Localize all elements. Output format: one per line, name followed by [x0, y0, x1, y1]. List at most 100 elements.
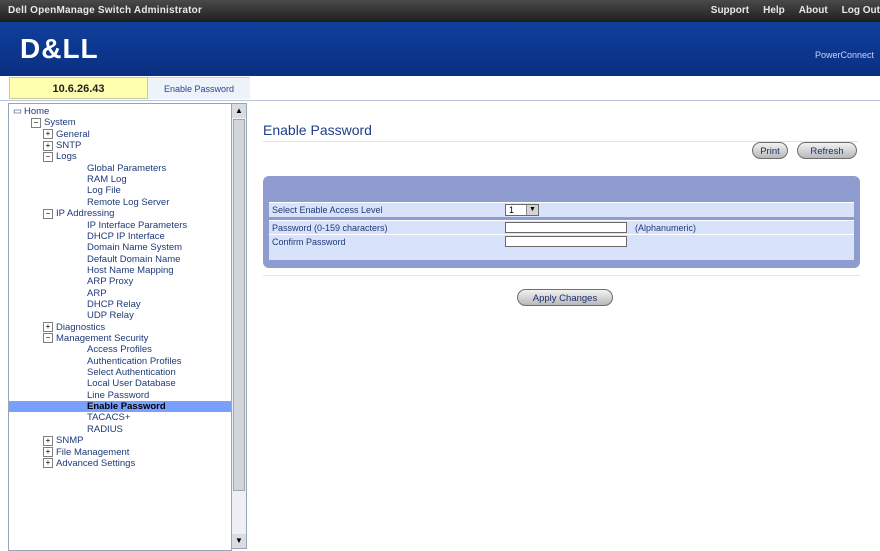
tree-item-label: Diagnostics: [56, 321, 106, 333]
tree-item-label: Default Domain Name: [87, 253, 181, 265]
about-link[interactable]: About: [799, 5, 828, 16]
chevron-down-icon[interactable]: ▼: [526, 205, 538, 215]
tree-item-label: Logs: [56, 151, 77, 163]
confirm-password-row: Confirm Password: [269, 234, 854, 249]
tree-item-label: Remote Log Server: [87, 196, 170, 208]
tree-item[interactable]: RADIUS: [87, 424, 123, 435]
collapse-icon[interactable]: −: [43, 208, 53, 219]
tree-item[interactable]: + File Management: [43, 447, 129, 458]
access-level-row: Select Enable Access Level 1 ▼: [269, 202, 854, 217]
tree-item[interactable]: + Advanced Settings: [43, 458, 135, 469]
tree-item[interactable]: Local User Database: [87, 378, 176, 389]
tree-item[interactable]: DHCP IP Interface: [87, 231, 165, 242]
tree-item-label: Line Password: [87, 389, 150, 401]
access-level-value: 1: [509, 205, 515, 215]
tree-item-label: Domain Name System: [87, 242, 183, 254]
tree-item[interactable]: Access Profiles: [87, 344, 152, 355]
collapse-icon[interactable]: −: [43, 333, 53, 344]
password-row: Password (0-159 characters) (Alphanumeri…: [269, 220, 854, 235]
expand-icon[interactable]: +: [43, 458, 53, 469]
tree-item-label: Host Name Mapping: [87, 264, 174, 276]
help-link[interactable]: Help: [763, 5, 785, 16]
top-bar: Dell OpenManage Switch Administrator Sup…: [0, 0, 880, 22]
expand-icon[interactable]: +: [43, 129, 53, 140]
password-input[interactable]: [505, 222, 627, 233]
tree-item-label: SNTP: [56, 140, 82, 152]
support-link[interactable]: Support: [711, 5, 749, 16]
tree-item-label: ARP: [87, 287, 107, 299]
product-tagline: PowerConnect: [814, 50, 874, 60]
log-out-link[interactable]: Log Out: [842, 5, 880, 16]
tree-item-label: ARP Proxy: [87, 276, 134, 288]
refresh-button[interactable]: Refresh: [797, 142, 857, 159]
tree-item-label: RADIUS: [87, 423, 123, 435]
tree-item[interactable]: Authentication Profiles: [87, 356, 182, 367]
tree-item-label: Global Parameters: [87, 162, 167, 174]
tree-item-label: File Management: [56, 446, 130, 458]
access-level-select[interactable]: 1 ▼: [505, 204, 539, 216]
tree-item[interactable]: Global Parameters: [87, 163, 166, 174]
collapse-icon[interactable]: −: [43, 151, 53, 162]
top-links: Support Help About Log Out: [711, 5, 880, 16]
tree-item[interactable]: − Management Security: [43, 333, 148, 344]
tree-item[interactable]: + Diagnostics: [43, 322, 105, 333]
form-header: [269, 184, 854, 196]
tree-item[interactable]: TACACS+: [87, 412, 130, 423]
device-ip: 10.6.26.43: [9, 77, 148, 99]
tree-item[interactable]: − System: [31, 117, 76, 128]
tree-item-label: Authentication Profiles: [87, 355, 182, 367]
apply-changes-button[interactable]: Apply Changes: [517, 289, 613, 306]
navigation-tree: ▭ Home − System + General + SNTP − Logs Global Par…: [8, 103, 232, 551]
tree-item[interactable]: + General: [43, 129, 90, 140]
tree-scrollbar[interactable]: ▲ ▼: [231, 103, 247, 549]
tree-item[interactable]: UDP Relay: [87, 310, 134, 321]
tree-item-label: Enable Password: [87, 401, 166, 413]
collapse-icon[interactable]: −: [31, 117, 41, 128]
tree-item[interactable]: Default Domain Name: [87, 254, 180, 265]
tree-item[interactable]: Line Password: [87, 390, 149, 401]
tree-item[interactable]: Log File: [87, 185, 121, 196]
tree-item[interactable]: + SNTP: [43, 140, 81, 151]
scroll-thumb[interactable]: [233, 119, 245, 491]
print-button[interactable]: Print: [752, 142, 788, 159]
tree-item[interactable]: ▭ Home: [13, 106, 49, 117]
app-title: Dell OpenManage Switch Administrator: [8, 5, 203, 16]
confirm-password-label: Confirm Password: [272, 237, 346, 247]
tree-item-label: Advanced Settings: [56, 457, 136, 469]
tree-item-label: IP Interface Parameters: [87, 219, 188, 231]
tree-item[interactable]: + SNMP: [43, 435, 83, 446]
tree-item[interactable]: IP Interface Parameters: [87, 220, 187, 231]
password-hint: (Alphanumeric): [635, 223, 697, 233]
tree-item[interactable]: Domain Name System: [87, 242, 182, 253]
tree-item-label: System: [44, 117, 76, 129]
tree-item[interactable]: Select Authentication: [87, 367, 176, 378]
tree-item[interactable]: DHCP Relay: [87, 299, 141, 310]
scroll-up-icon[interactable]: ▲: [232, 104, 246, 118]
expand-icon[interactable]: +: [43, 446, 53, 457]
access-level-label: Select Enable Access Level: [272, 205, 383, 215]
password-label: Password (0-159 characters): [272, 223, 388, 233]
tree-item[interactable]: Enable Password: [9, 401, 231, 413]
expand-icon[interactable]: +: [43, 435, 53, 446]
tree-item[interactable]: Remote Log Server: [87, 197, 169, 208]
tree-item-label: Log File: [87, 185, 121, 197]
tree-item[interactable]: ARP: [87, 288, 107, 299]
home-folder-icon: ▭: [13, 106, 22, 117]
tree-item-label: DHCP Relay: [87, 298, 141, 310]
page-title: Enable Password: [263, 122, 372, 138]
tree-item[interactable]: RAM Log: [87, 174, 127, 185]
confirm-password-input[interactable]: [505, 236, 627, 247]
form-divider: [263, 275, 860, 276]
tree-item[interactable]: ARP Proxy: [87, 276, 133, 287]
scroll-down-icon[interactable]: ▼: [232, 534, 246, 548]
breadcrumb[interactable]: Enable Password: [148, 77, 250, 99]
tree-item[interactable]: − Logs: [43, 151, 77, 162]
tree-item-label: IP Addressing: [56, 208, 115, 220]
tree-item-label: SNMP: [56, 435, 84, 447]
tree-item-label: Select Authentication: [87, 367, 176, 379]
tree-item[interactable]: − IP Addressing: [43, 208, 114, 219]
expand-icon[interactable]: +: [43, 322, 53, 333]
tree-item-label: Home: [23, 106, 50, 117]
tree-item[interactable]: Host Name Mapping: [87, 265, 174, 276]
expand-icon[interactable]: +: [43, 140, 53, 151]
